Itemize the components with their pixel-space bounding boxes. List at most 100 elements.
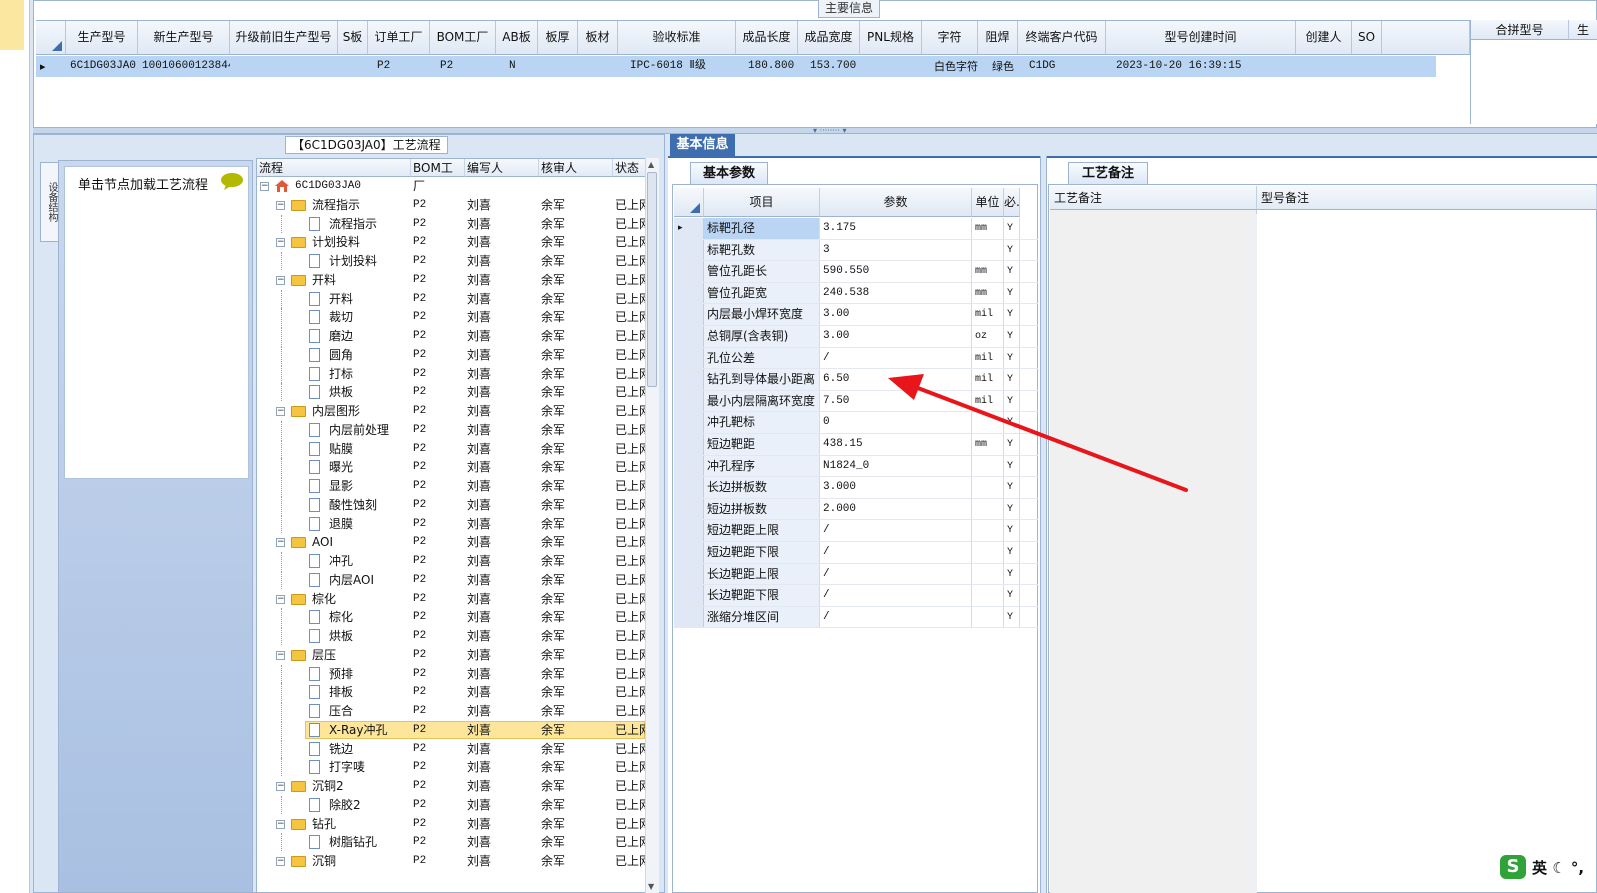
tree-col-author[interactable]: 编写人 [465, 159, 539, 177]
param-row[interactable]: 短边拼板数 2.000 Y [674, 498, 1038, 521]
collapse-icon[interactable]: − [276, 857, 285, 866]
model-remark-header[interactable]: 型号备注 [1257, 186, 1597, 210]
collapse-icon[interactable]: − [276, 275, 285, 285]
row-header[interactable]: ▸ [674, 218, 704, 239]
param-value[interactable]: 3.00 [820, 326, 972, 347]
tree-folder-node[interactable]: − 内层图形 P2 刘喜 余军 已上网 [257, 402, 655, 421]
tree-step-node[interactable]: 压合 P2 刘喜 余军 已上网 [257, 702, 655, 721]
row-header[interactable] [674, 520, 704, 541]
tree-folder-node[interactable]: − 流程指示 P2 刘喜 余军 已上网 [257, 196, 655, 215]
grid-corner[interactable] [36, 21, 66, 55]
param-row[interactable]: 涨缩分堆区间 / Y [674, 606, 1038, 629]
param-row[interactable]: 孔位公差 / mil Y [674, 347, 1038, 370]
tree-folder-node[interactable]: − 开料 P2 刘喜 余军 已上网 [257, 271, 655, 290]
collapse-icon[interactable]: − [276, 538, 285, 548]
tree-step-node[interactable]: 烘板 P2 刘喜 余军 已上网 [257, 383, 655, 402]
tree-step-node[interactable]: 流程指示 P2 刘喜 余军 已上网 [257, 214, 655, 234]
param-value[interactable]: / [820, 606, 972, 628]
tree-folder-node[interactable]: − 层压 P2 刘喜 余军 已上网 [257, 646, 655, 665]
param-value[interactable]: 3 [820, 239, 972, 261]
tree-step-node[interactable]: 开料 P2 刘喜 余军 已上网 [257, 289, 655, 309]
collapse-icon[interactable]: − [260, 182, 269, 191]
ime-indicator[interactable]: S 英 ☾ °, [1500, 853, 1597, 883]
main-col-header[interactable]: 成品长度 [736, 21, 798, 55]
row-header[interactable] [674, 606, 704, 628]
process-remark-field[interactable] [1050, 210, 1257, 893]
param-value[interactable]: / [820, 520, 972, 541]
param-row[interactable]: 总铜厚(含表铜) 3.00 oz Y [674, 326, 1038, 348]
row-header[interactable] [674, 282, 704, 304]
tree-step-node[interactable]: 除胶2 P2 刘喜 余军 已上网 [257, 795, 655, 815]
tree-step-node[interactable]: 贴膜 P2 刘喜 余军 已上网 [257, 439, 655, 459]
param-row[interactable]: 长边靶距上限 / Y [674, 563, 1038, 586]
param-value[interactable]: 7.50 [820, 390, 972, 412]
row-header[interactable] [674, 369, 704, 390]
tree-step-node[interactable]: 打字唛 P2 刘喜 余军 已上网 [257, 758, 655, 777]
tree-col-bom[interactable]: BOM工厂 [411, 159, 465, 193]
row-header[interactable] [674, 326, 704, 347]
param-value[interactable]: 3.000 [820, 477, 972, 498]
row-header[interactable] [674, 434, 704, 455]
tree-folder-node[interactable]: − AOI P2 刘喜 余军 已上网 [257, 533, 655, 552]
tree-step-node[interactable]: 树脂钻孔 P2 刘喜 余军 已上网 [257, 833, 655, 852]
tree-step-node[interactable]: 内层AOI P2 刘喜 余军 已上网 [257, 570, 655, 590]
tree-step-node[interactable]: 圆角 P2 刘喜 余军 已上网 [257, 345, 655, 365]
tree-step-node[interactable]: 铣边 P2 刘喜 余军 已上网 [257, 739, 655, 759]
collapse-icon[interactable]: − [276, 200, 285, 210]
main-col-header[interactable]: 型号创建时间 [1106, 21, 1296, 55]
param-row[interactable]: 管位孔距宽 240.538 mm Y [674, 282, 1038, 305]
param-row[interactable]: 冲孔靶标 0 Y [674, 412, 1038, 434]
main-col-header[interactable]: 阻焊 [978, 21, 1018, 55]
cell-standard[interactable]: IPC-6018 Ⅱ级 [626, 56, 746, 77]
row-header[interactable] [674, 412, 704, 433]
main-col-header[interactable]: 新生产型号 [138, 21, 230, 55]
row-header[interactable] [674, 563, 704, 585]
equipment-structure-tab[interactable]: 设备结构 [40, 162, 60, 242]
tree-root[interactable]: − 6C1DG03JA0 [257, 177, 655, 196]
params-col-item[interactable]: 项目 [704, 188, 820, 217]
tree-folder-node[interactable]: − 沉铜 P2 刘喜 余军 已上网 [257, 852, 655, 871]
tree-step-node[interactable]: 棕化 P2 刘喜 余军 已上网 [257, 608, 655, 627]
cell-bom-factory[interactable]: P2 [436, 56, 496, 77]
tree-folder-node[interactable]: − 钻孔 P2 刘喜 余军 已上网 [257, 815, 655, 834]
vertical-splitter[interactable] [1040, 156, 1047, 893]
tree-step-node[interactable]: 排板 P2 刘喜 余军 已上网 [257, 683, 655, 702]
param-row[interactable]: 最小内层隔离环宽度 7.50 mil Y [674, 390, 1038, 413]
main-col-header[interactable]: 订单工厂 [368, 21, 430, 55]
param-value[interactable]: 3.00 [820, 304, 972, 325]
tree-step-node[interactable]: 内层前处理 P2 刘喜 余军 已上网 [257, 420, 655, 440]
main-col-header[interactable]: SO [1352, 21, 1382, 55]
param-row[interactable]: 标靶孔数 3 Y [674, 239, 1038, 262]
params-col-unit[interactable]: 单位 [972, 188, 1004, 217]
param-value[interactable]: 6.50 [820, 369, 972, 390]
tab-basic-info[interactable]: 基本信息 [670, 134, 735, 156]
param-row[interactable]: 内层最小焊环宽度 3.00 mil Y [674, 304, 1038, 326]
tree-folder-node[interactable]: − 计划投料 P2 刘喜 余军 已上网 [257, 233, 655, 252]
main-col-header[interactable]: 升级前旧生产型号 [230, 21, 338, 55]
tree-step-node[interactable]: 显影 P2 刘喜 余军 已上网 [257, 477, 655, 496]
tree-step-node[interactable]: 计划投料 P2 刘喜 余军 已上网 [257, 252, 655, 271]
row-header[interactable] [674, 477, 704, 498]
tree-step-node[interactable]: 磨边 P2 刘喜 余军 已上网 [257, 327, 655, 346]
param-value[interactable]: 590.550 [820, 261, 972, 282]
param-row[interactable]: 钻孔到导体最小距离 6.50 mil Y [674, 369, 1038, 391]
row-header[interactable] [674, 455, 704, 477]
param-value[interactable]: 438.15 [820, 434, 972, 455]
main-col-header[interactable]: BOM工厂 [430, 21, 496, 55]
cell-character[interactable]: 白色字符 [930, 56, 990, 77]
cell-width[interactable]: 153.700 [806, 56, 870, 77]
param-row[interactable]: 短边靶距上限 / Y [674, 520, 1038, 542]
tree-step-node[interactable]: 裁切 P2 刘喜 余军 已上网 [257, 308, 655, 327]
cell-prod-model[interactable]: 6C1DG03JA0 [66, 56, 138, 77]
tree-step-node[interactable]: 烘板 P2 刘喜 余军 已上网 [257, 627, 655, 646]
collapse-icon[interactable]: − [276, 650, 285, 660]
params-col-value[interactable]: 参数 [820, 188, 972, 217]
param-row[interactable]: 长边拼板数 3.000 Y [674, 477, 1038, 499]
tree-folder-node[interactable]: − 沉铜2 P2 刘喜 余军 已上网 [257, 777, 655, 796]
param-row[interactable]: 冲孔程序 N1824_0 Y [674, 455, 1038, 478]
cell-created-time[interactable]: 2023-10-20 16:39:15 [1112, 56, 1302, 77]
tree-step-node[interactable]: 退膜 P2 刘喜 余军 已上网 [257, 514, 655, 534]
param-value[interactable]: 0 [820, 412, 972, 433]
collapse-icon[interactable]: − [276, 782, 285, 791]
param-value[interactable]: / [820, 585, 972, 606]
